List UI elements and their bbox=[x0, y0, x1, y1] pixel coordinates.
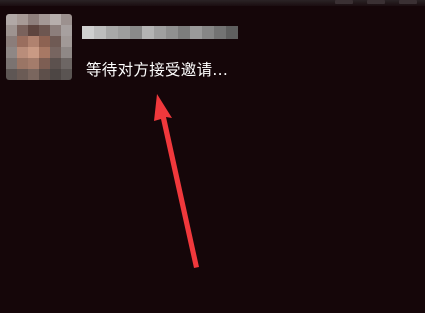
red-arrow-icon bbox=[154, 94, 199, 268]
video-call-screen: 等待对方接受邀请... bbox=[0, 0, 425, 313]
